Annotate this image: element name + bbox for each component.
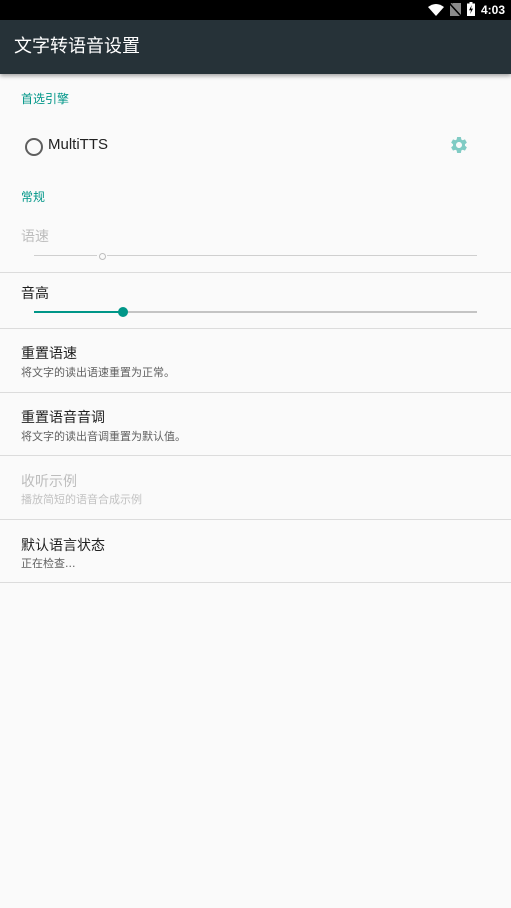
no-sim-icon: [449, 1, 463, 20]
speech-rate-label: 语速: [21, 229, 49, 245]
engine-option-multitts[interactable]: MultiTTS: [0, 122, 511, 172]
pitch-track-fill: [34, 311, 123, 313]
reset-pitch-title: 重置语音音调: [21, 410, 105, 426]
speech-rate-track-right: [107, 255, 477, 256]
app-toolbar: 文字转语音设置: [0, 20, 511, 74]
status-time: 4:03: [480, 3, 505, 17]
divider: [0, 328, 511, 329]
listen-example-summary: 播放简短的语音合成示例: [21, 493, 142, 506]
divider: [0, 392, 511, 393]
speech-rate-track-left: [34, 255, 97, 256]
pitch-slider[interactable]: [34, 306, 477, 318]
status-icons: 4:03: [427, 0, 505, 20]
speech-rate-thumb[interactable]: [99, 253, 106, 260]
engine-radio-button[interactable]: [25, 138, 43, 156]
status-bar: 4:03: [0, 0, 511, 20]
battery-charging-icon: [466, 1, 475, 20]
wifi-icon: [427, 1, 444, 20]
pitch-thumb[interactable]: [118, 307, 128, 317]
divider: [0, 519, 511, 520]
listen-example-title: 收听示例: [21, 474, 77, 490]
pitch-label: 音高: [21, 286, 49, 302]
default-language-status-title: 默认语言状态: [21, 538, 105, 554]
divider: [0, 582, 511, 583]
reset-speech-rate-title: 重置语速: [21, 346, 77, 362]
divider: [0, 455, 511, 456]
reset-speech-rate-summary: 将文字的读出语速重置为正常。: [21, 366, 175, 379]
divider: [0, 272, 511, 273]
reset-pitch-summary: 将文字的读出音调重置为默认值。: [21, 430, 186, 443]
tts-settings-screen: 4:03 文字转语音设置 首选引擎 MultiTTS 常规 语速 音高 重置语速…: [0, 0, 511, 908]
gear-icon[interactable]: [449, 135, 469, 155]
section-header-preferred-engine: 首选引擎: [21, 92, 70, 106]
section-header-general: 常规: [21, 190, 46, 204]
default-language-status-summary: 正在检查...: [21, 557, 76, 570]
engine-label: MultiTTS: [48, 136, 108, 153]
page-title: 文字转语音设置: [14, 36, 140, 57]
speech-rate-slider[interactable]: [34, 250, 477, 262]
